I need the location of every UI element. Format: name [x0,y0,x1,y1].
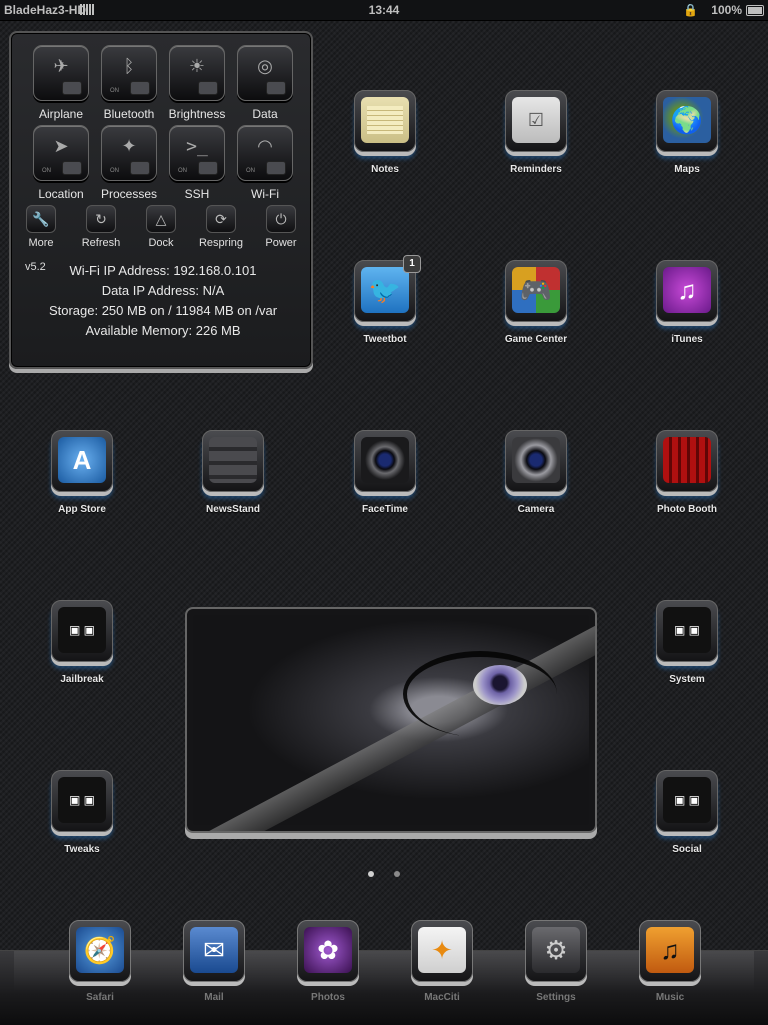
toggle-label: Data [252,107,278,121]
app-newsstand[interactable]: NewsStand [178,430,288,515]
newsstand-icon [209,437,257,483]
rotation-lock-icon: 🔒 [683,3,698,17]
photos-icon: ✿ [304,927,352,973]
folder-icon: ▣ ▣ [58,607,106,653]
mail-icon: ✉ [190,927,238,973]
app-notes[interactable]: Notes [330,90,440,175]
folder-system[interactable]: ▣ ▣ System [632,600,742,685]
app-store-icon: A [58,437,106,483]
more-button[interactable]: 🔧 More [11,205,71,249]
status-bar: BladeHaz3-HD 13:44 🔒 100% [0,0,768,21]
reminders-icon: ☑ [512,97,560,143]
app-facetime[interactable]: FaceTime [330,430,440,515]
game-center-icon: 🎮 [512,267,560,313]
notes-icon [361,97,409,143]
respring-button[interactable]: ⟳ Respring [191,205,251,249]
refresh-icon[interactable]: ↻ [86,205,116,233]
sbsettings-panel: ✈ Airplane ᛒ ON Bluetooth ☀ Brightness ◎ … [9,31,313,369]
wifi-icon[interactable]: ◠ ON [237,125,293,181]
camera-icon [512,437,560,483]
app-tweetbot[interactable]: 🐦 1 Tweetbot [330,255,440,345]
app-game-center[interactable]: 🎮 Game Center [481,260,591,345]
gear-icon: ⚙ [532,927,580,973]
folder-social[interactable]: ▣ ▣ Social [632,770,742,855]
dock-button[interactable]: △ Dock [131,205,191,249]
photo-frame-widget [185,607,597,833]
dock-app-mail[interactable]: ✉ Mail [159,920,269,1003]
page-dot[interactable] [394,871,400,877]
macciti-icon: ✦ [418,927,466,973]
processes-icon[interactable]: ✦ ON [101,125,157,181]
refresh-button[interactable]: ↻ Refresh [71,205,131,249]
ssh-icon[interactable]: >_ ON [169,125,225,181]
memory-info: Available Memory: 226 MB [85,323,241,338]
photo-booth-icon [663,437,711,483]
toggle-processes[interactable]: ✦ ON Processes [101,125,157,201]
bluetooth-icon[interactable]: ᛒ ON [101,45,157,101]
app-camera[interactable]: Camera [481,430,591,515]
dock-app-music[interactable]: ♫ Music [615,920,725,1003]
dock-app-safari[interactable]: 🧭 Safari [45,920,155,1003]
toggle-data[interactable]: ◎ Data [237,45,293,121]
dock-app-settings[interactable]: ⚙ Settings [501,920,611,1003]
brightness-icon[interactable]: ☀ [169,45,225,101]
safari-icon: 🧭 [76,927,124,973]
data-ip-info: Data IP Address: N/A [101,283,225,298]
page-indicator[interactable] [0,864,768,882]
maps-icon: 🌍 [663,97,711,143]
toggle-ssh[interactable]: >_ ON SSH [169,125,225,201]
tweetbot-icon: 🐦 [361,267,409,313]
toggle-bluetooth[interactable]: ᛒ ON Bluetooth [101,45,157,121]
airplane-icon[interactable]: ✈ [33,45,89,101]
toggle-location[interactable]: ➤ ON Location [33,125,89,201]
toggle-brightness[interactable]: ☀ Brightness [169,45,225,121]
battery-icon [746,5,764,16]
data-icon[interactable]: ◎ [237,45,293,101]
power-button[interactable]: ⏻ Power [251,205,311,249]
app-app-store[interactable]: A App Store [27,430,137,515]
toggle-airplane[interactable]: ✈ Airplane [33,45,89,121]
notification-badge: 1 [403,255,421,273]
toggle-label: Wi-Fi [251,187,279,201]
app-reminders[interactable]: ☑ Reminders [481,90,591,175]
folder-tweaks[interactable]: ▣ ▣ Tweaks [27,770,137,855]
clock: 13:44 [368,3,400,17]
wrench-icon[interactable]: 🔧 [26,205,56,233]
folder-icon: ▣ ▣ [663,777,711,823]
itunes-icon: ♫ [663,267,711,313]
folder-icon: ▣ ▣ [58,777,106,823]
music-icon: ♫ [646,927,694,973]
app-photo-booth[interactable]: Photo Booth [632,430,742,515]
storage-info: Storage: 250 MB on / 11984 MB on /var [48,303,278,318]
battery-percent: 100% [711,3,742,17]
app-itunes[interactable]: ♫ iTunes [632,260,742,345]
facetime-icon [361,437,409,483]
app-maps[interactable]: 🌍 Maps [632,90,742,175]
dock-app-macciti[interactable]: ✦ MacCiti [387,920,497,1003]
power-icon[interactable]: ⏻ [266,205,296,233]
wifi-ip-info: Wi-Fi IP Address: 192.168.0.101 [69,263,257,278]
folder-jailbreak[interactable]: ▣ ▣ Jailbreak [27,600,137,685]
dock-icon[interactable]: △ [146,205,176,233]
dock-app-photos[interactable]: ✿ Photos [273,920,383,1003]
location-icon[interactable]: ➤ ON [33,125,89,181]
eye-wallpaper-image [187,615,595,831]
page-dot[interactable] [368,871,374,877]
respring-icon[interactable]: ⟳ [206,205,236,233]
folder-icon: ▣ ▣ [663,607,711,653]
toggle-wifi[interactable]: ◠ ON Wi-Fi [237,125,293,201]
